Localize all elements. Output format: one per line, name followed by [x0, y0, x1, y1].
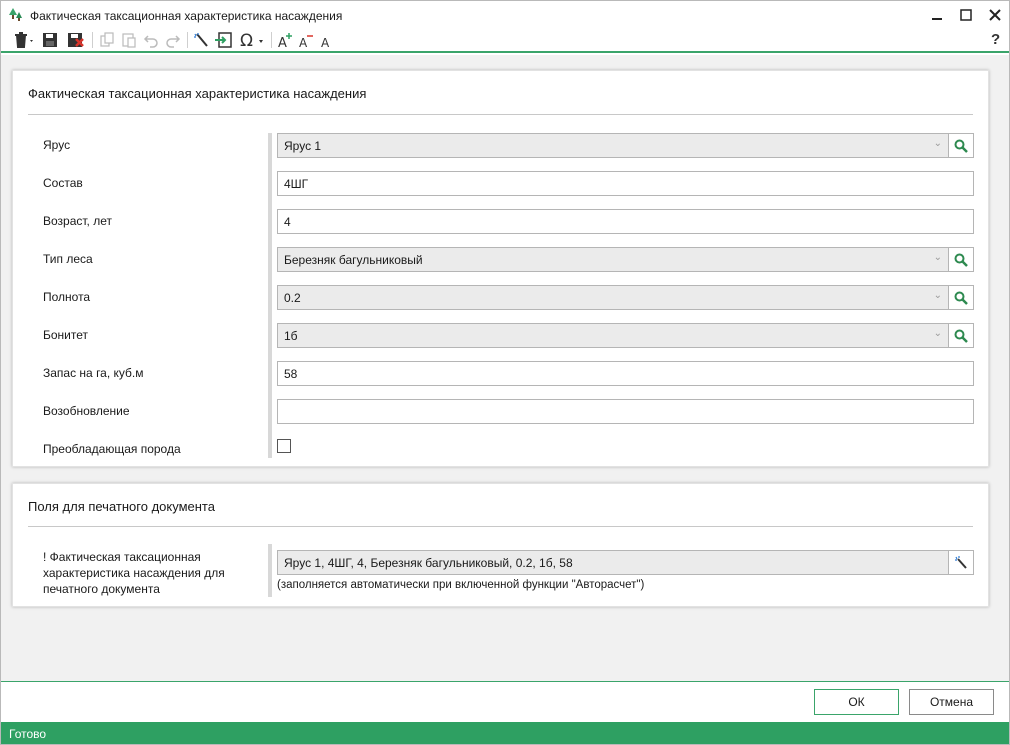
- svg-text:A: A: [278, 36, 287, 49]
- bonitet-label: Бонитет: [43, 328, 89, 342]
- panel-title: Поля для печатного документа: [28, 499, 215, 514]
- status-text: Готово: [9, 727, 47, 741]
- trees-icon: [8, 7, 24, 23]
- print-field-label-line: печатного документа: [43, 582, 160, 596]
- bonitet-search-button[interactable]: [948, 323, 974, 348]
- stock-input[interactable]: 58: [277, 361, 974, 386]
- autocalc-hint: (заполняется автоматически при включенно…: [277, 579, 645, 591]
- magic-wand-icon: [955, 555, 967, 569]
- redo-icon[interactable]: [163, 30, 183, 50]
- print-description-field[interactable]: Ярус 1, 4ШГ, 4, Березняк багульниковый, …: [277, 550, 949, 575]
- search-icon: [954, 139, 968, 153]
- density-value: 0.2: [284, 290, 301, 305]
- toolbar-separator: [187, 32, 188, 48]
- print-description-value: Ярус 1, 4ШГ, 4, Березняк багульниковый, …: [284, 555, 573, 570]
- paste-icon[interactable]: [119, 30, 139, 50]
- density-select[interactable]: 0.2 ⌄: [277, 285, 949, 310]
- save-close-icon[interactable]: [66, 30, 86, 50]
- dominant-species-checkbox[interactable]: [277, 439, 291, 453]
- cancel-button[interactable]: Отмена: [909, 689, 994, 715]
- maximize-icon[interactable]: [955, 5, 977, 25]
- dialog-window: Фактическая таксационная характеристика …: [0, 0, 1010, 745]
- toolbar-separator: [92, 32, 93, 48]
- close-icon[interactable]: [984, 5, 1006, 25]
- font-decrease-icon[interactable]: A: [297, 30, 317, 50]
- panel-title: Фактическая таксационная характеристика …: [28, 86, 367, 101]
- search-icon: [954, 253, 968, 267]
- renewal-label: Возобновление: [43, 404, 130, 418]
- svg-text:A: A: [299, 36, 308, 49]
- toolbar: Ω A A A ?: [1, 29, 1009, 53]
- search-icon: [954, 329, 968, 343]
- chevron-down-icon[interactable]: ⌄: [934, 138, 942, 149]
- copy-icon[interactable]: [97, 30, 117, 50]
- svg-text:Ω: Ω: [240, 31, 253, 49]
- label-bar: [268, 133, 272, 458]
- forest-type-search-button[interactable]: [948, 247, 974, 272]
- ok-button[interactable]: ОК: [814, 689, 899, 715]
- chevron-down-icon[interactable]: ⌄: [934, 290, 942, 301]
- magic-wand-icon[interactable]: [191, 30, 211, 50]
- forest-type-select[interactable]: Березняк багульниковый ⌄: [277, 247, 949, 272]
- print-field-label-line: ! Фактическая таксационная: [43, 550, 201, 564]
- label-bar: [268, 544, 272, 597]
- toolbar-separator: [271, 32, 272, 48]
- font-increase-icon[interactable]: A: [276, 30, 296, 50]
- divider: [28, 526, 973, 527]
- density-label: Полнота: [43, 290, 91, 304]
- tier-label: Ярус: [43, 138, 71, 152]
- symbol-omega-icon[interactable]: Ω: [237, 30, 267, 50]
- window-title: Фактическая таксационная характеристика …: [30, 9, 343, 23]
- chevron-down-icon[interactable]: ⌄: [934, 328, 942, 339]
- status-bar: Готово: [1, 722, 1009, 744]
- dominant-species-label: Преобладающая порода: [43, 442, 181, 456]
- import-icon[interactable]: [213, 30, 233, 50]
- forest-type-label: Тип леса: [43, 252, 93, 266]
- print-field-label: ! Фактическая таксационная характеристик…: [43, 549, 225, 597]
- undo-icon[interactable]: [141, 30, 161, 50]
- forest-type-value: Березняк багульниковый: [284, 252, 423, 267]
- minimize-icon[interactable]: [926, 5, 948, 25]
- divider: [28, 114, 973, 115]
- tier-value: Ярус 1: [284, 138, 322, 153]
- age-input[interactable]: 4: [277, 209, 974, 234]
- delete-dropdown-icon[interactable]: [11, 30, 37, 50]
- form-content: Фактическая таксационная характеристика …: [1, 55, 1009, 681]
- print-fields-panel: Поля для печатного документа ! Фактическ…: [12, 483, 989, 607]
- age-label: Возраст, лет: [43, 214, 112, 228]
- stock-label: Запас на га, куб.м: [43, 366, 144, 380]
- density-search-button[interactable]: [948, 285, 974, 310]
- autocalc-button[interactable]: [948, 550, 974, 575]
- title-bar: Фактическая таксационная характеристика …: [1, 1, 1009, 29]
- renewal-input[interactable]: [277, 399, 974, 424]
- taxation-panel: Фактическая таксационная характеристика …: [12, 70, 989, 467]
- chevron-down-icon[interactable]: ⌄: [934, 252, 942, 263]
- help-icon[interactable]: ?: [991, 31, 1000, 48]
- save-icon[interactable]: [40, 30, 60, 50]
- tier-search-button[interactable]: [948, 133, 974, 158]
- tier-select[interactable]: Ярус 1 ⌄: [277, 133, 949, 158]
- bonitet-value: 1б: [284, 328, 298, 343]
- composition-input[interactable]: 4ШГ: [277, 171, 974, 196]
- search-icon: [954, 291, 968, 305]
- composition-label: Состав: [43, 176, 83, 190]
- svg-text:A: A: [321, 36, 330, 49]
- print-field-label-line: характеристика насаждения для: [43, 566, 225, 580]
- footer-divider: [1, 681, 1009, 682]
- bonitet-select[interactable]: 1б ⌄: [277, 323, 949, 348]
- font-default-icon[interactable]: A: [317, 30, 337, 50]
